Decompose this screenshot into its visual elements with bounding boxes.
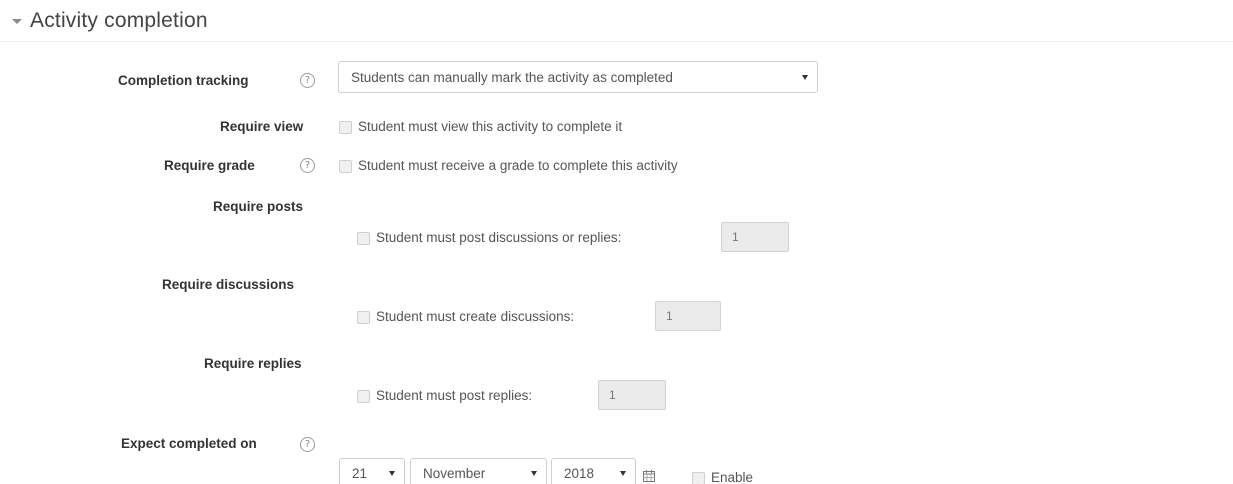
help-icon[interactable]: ? (300, 158, 315, 173)
require-view-checkbox[interactable] (339, 120, 352, 134)
require-posts-value: 1 (732, 230, 739, 244)
require-posts-row: Student must post discussions or replies… (357, 229, 621, 247)
require-posts-checkbox[interactable] (357, 231, 370, 245)
require-discussions-checkbox[interactable] (357, 310, 370, 324)
calendar-icon[interactable] (643, 469, 655, 484)
require-view-checkbox-label[interactable]: Student must view this activity to compl… (358, 118, 622, 136)
month-select[interactable]: November (410, 458, 547, 484)
require-posts-label: Require posts (213, 199, 304, 214)
require-replies-label: Require replies (204, 356, 302, 371)
require-discussions-checkbox-label[interactable]: Student must create discussions: (376, 308, 574, 326)
section-header-activity-completion[interactable]: Activity completion (12, 6, 208, 36)
section-divider (0, 41, 1233, 42)
enable-date-row: Enable (692, 469, 753, 484)
help-icon[interactable]: ? (300, 73, 315, 88)
day-select[interactable]: 21 (339, 458, 405, 484)
completion-tracking-value: Students can manually mark the activity … (351, 69, 673, 85)
require-discussions-row: Student must create discussions: (357, 308, 574, 326)
expect-completed-label: Expect completed on (121, 436, 257, 451)
dropdown-arrow-icon (389, 470, 395, 476)
require-discussions-input[interactable]: 1 (655, 301, 721, 331)
completion-tracking-label: Completion tracking (118, 73, 249, 88)
year-value: 2018 (564, 465, 595, 481)
help-icon[interactable]: ? (300, 437, 315, 452)
require-posts-input[interactable]: 1 (721, 222, 789, 252)
require-replies-checkbox-label[interactable]: Student must post replies: (376, 387, 532, 405)
require-grade-checkbox[interactable] (339, 159, 352, 173)
section-title: Activity completion (30, 9, 208, 32)
require-replies-input[interactable]: 1 (598, 380, 666, 410)
dropdown-arrow-icon (802, 74, 808, 80)
require-replies-row: Student must post replies: (357, 387, 532, 405)
day-value: 21 (352, 465, 368, 481)
caret-down-icon (12, 19, 22, 24)
enable-date-checkbox[interactable] (692, 471, 705, 484)
month-value: November (423, 465, 486, 481)
require-replies-checkbox[interactable] (357, 389, 370, 403)
require-view-label: Require view (220, 119, 304, 134)
require-discussions-label: Require discussions (162, 277, 295, 292)
require-grade-row: Student must receive a grade to complete… (339, 157, 678, 175)
year-select[interactable]: 2018 (551, 458, 636, 484)
require-discussions-value: 1 (666, 309, 673, 323)
dropdown-arrow-icon (620, 470, 626, 476)
completion-tracking-select[interactable]: Students can manually mark the activity … (338, 61, 818, 93)
require-view-row: Student must view this activity to compl… (339, 118, 622, 136)
require-grade-checkbox-label[interactable]: Student must receive a grade to complete… (358, 157, 678, 175)
require-replies-value: 1 (609, 388, 616, 402)
require-grade-label: Require grade (164, 158, 255, 173)
dropdown-arrow-icon (531, 470, 537, 476)
require-posts-checkbox-label[interactable]: Student must post discussions or replies… (376, 229, 621, 247)
enable-date-label[interactable]: Enable (711, 469, 753, 484)
